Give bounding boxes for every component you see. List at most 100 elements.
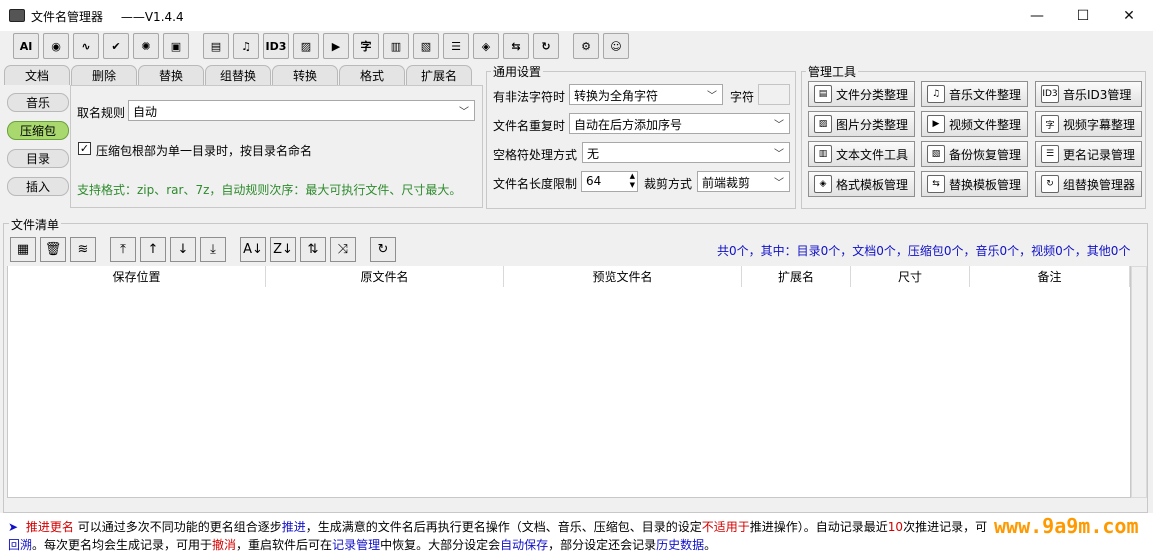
column-header-0[interactable]: 保存位置 xyxy=(8,266,266,287)
tool-button-7[interactable]: ▧ 备份恢复管理 xyxy=(921,141,1028,167)
video-file-icon: ▶ xyxy=(331,39,341,53)
side-tab-3[interactable]: 插入 xyxy=(7,177,69,196)
archive-single-dir-checkbox[interactable]: ✓ xyxy=(78,142,91,155)
tab-5[interactable]: 格式 xyxy=(339,65,405,85)
group-replace-button[interactable]: ↻ xyxy=(533,33,559,59)
check-icon: ✔ xyxy=(111,39,121,53)
tool-icon: ▨ xyxy=(814,115,832,133)
rename-rule-select[interactable]: 自动 ﹀ xyxy=(128,100,475,121)
help-segment: 。 xyxy=(704,538,717,552)
column-header-2[interactable]: 预览文件名 xyxy=(504,266,742,287)
length-limit-spinner[interactable]: 64 ▲ ▼ xyxy=(581,171,638,192)
duplicate-select[interactable]: 自动在后方添加序号 ﹀ xyxy=(569,113,790,134)
swap-button[interactable]: ⇅ xyxy=(300,237,326,262)
subtitle-icon: 字 xyxy=(360,40,372,53)
maximize-button[interactable]: ☐ xyxy=(1060,0,1106,31)
tool-button-10[interactable]: ⇆ 替换模板管理 xyxy=(921,171,1028,197)
image-file-icon: ▨ xyxy=(300,39,312,53)
title-bar: 文件名管理器 ——V1.4.4 — ☐ ✕ xyxy=(0,0,1153,31)
vertical-scrollbar[interactable] xyxy=(1131,266,1147,498)
tab-4[interactable]: 转换 xyxy=(272,65,338,85)
spinner-arrows-icon[interactable]: ▲ ▼ xyxy=(630,172,635,190)
ai-button[interactable]: AI xyxy=(13,33,39,59)
minimize-button[interactable]: — xyxy=(1014,0,1060,31)
check-button[interactable]: ✔ xyxy=(103,33,129,59)
rename-log-button[interactable]: ☰ xyxy=(443,33,469,59)
id3-button[interactable]: ID3 xyxy=(263,33,289,59)
backup-button[interactable]: ▧ xyxy=(413,33,439,59)
replace-template-button[interactable]: ⇆ xyxy=(503,33,529,59)
space-handling-select[interactable]: 无 ﹀ xyxy=(582,142,790,163)
text-file-button[interactable]: ▥ xyxy=(383,33,409,59)
eye-button[interactable]: ◉ xyxy=(43,33,69,59)
move-top-button[interactable]: ⤒ xyxy=(110,237,136,262)
move-bottom-button[interactable]: ⤓ xyxy=(200,237,226,262)
add-files-button[interactable]: ▦ xyxy=(10,237,36,262)
help-segment: 不适用于 xyxy=(701,520,750,534)
tool-button-1[interactable]: ♫ 音乐文件整理 xyxy=(921,81,1028,107)
tab-6[interactable]: 扩展名 xyxy=(406,65,472,85)
tool-button-11[interactable]: ↻ 组替换管理器 xyxy=(1035,171,1142,197)
chevron-down-icon: ﹀ xyxy=(774,178,784,189)
tab-3[interactable]: 组替换 xyxy=(205,65,271,85)
crop-mode-select[interactable]: 前端裁剪 ﹀ xyxy=(697,171,790,192)
tool-label: 文件分类整理 xyxy=(836,87,909,102)
illegal-char-select[interactable]: 转换为全角字符 ﹀ xyxy=(569,84,723,105)
column-header-5[interactable]: 备注 xyxy=(970,266,1130,287)
tab-2[interactable]: 替换 xyxy=(138,65,204,85)
move-down-button[interactable]: ↓ xyxy=(170,237,196,262)
tool-icon: ☰ xyxy=(1041,145,1059,163)
column-header-1[interactable]: 原文件名 xyxy=(266,266,504,287)
tool-button-4[interactable]: ▶ 视频文件整理 xyxy=(921,111,1028,137)
trash-button[interactable]: 🗑 xyxy=(40,237,66,262)
side-tab-2[interactable]: 目录 xyxy=(7,149,69,168)
tool-button-8[interactable]: ☰ 更名记录管理 xyxy=(1035,141,1142,167)
file-category-button[interactable]: ▤ xyxy=(203,33,229,59)
tool-button-2[interactable]: ID3 音乐ID3管理 xyxy=(1035,81,1142,107)
eye-icon: ◉ xyxy=(51,39,61,53)
side-tab-0[interactable]: 音乐 xyxy=(7,93,69,112)
sort-desc-button[interactable]: Z↓ xyxy=(270,237,296,262)
refresh-button[interactable]: ↻ xyxy=(370,237,396,262)
rename-rule-label: 取名规则 xyxy=(77,106,126,120)
file-list-table[interactable] xyxy=(7,266,1131,498)
format-template-button[interactable]: ◈ xyxy=(473,33,499,59)
wave-button[interactable]: ∿ xyxy=(73,33,99,59)
video-file-button[interactable]: ▶ xyxy=(323,33,349,59)
tab-1[interactable]: 删除 xyxy=(71,65,137,85)
column-header-3[interactable]: 扩展名 xyxy=(742,266,851,287)
column-header-4[interactable]: 尺寸 xyxy=(851,266,970,287)
chat-button[interactable]: ☺ xyxy=(603,33,629,59)
sort-asc-button[interactable]: A↓ xyxy=(240,237,266,262)
tool-label: 更名记录管理 xyxy=(1063,147,1136,162)
tool-label: 替换模板管理 xyxy=(949,177,1022,192)
side-tab-1[interactable]: 压缩包 xyxy=(7,121,69,140)
help-segment: 撤消 xyxy=(212,538,237,552)
music-file-button[interactable]: ♫ xyxy=(233,33,259,59)
tool-label: 组替换管理器 xyxy=(1063,177,1136,192)
tool-button-9[interactable]: ◈ 格式模板管理 xyxy=(808,171,915,197)
tab-0[interactable]: 文档 xyxy=(4,65,70,85)
save-button[interactable]: ▣ xyxy=(163,33,189,59)
tool-icon: 字 xyxy=(1041,115,1059,133)
subtitle-button[interactable]: 字 xyxy=(353,33,379,59)
sparkle-button[interactable]: ✺ xyxy=(133,33,159,59)
move-up-icon: ↑ xyxy=(147,242,159,257)
help-segment: 回溯 xyxy=(8,538,33,552)
tool-icon: ▤ xyxy=(814,85,832,103)
image-file-button[interactable]: ▨ xyxy=(293,33,319,59)
clear-button[interactable]: ≋ xyxy=(70,237,96,262)
tool-button-6[interactable]: ▥ 文本文件工具 xyxy=(808,141,915,167)
gear-button[interactable]: ⚙ xyxy=(573,33,599,59)
tool-button-5[interactable]: 字视频字幕整理 xyxy=(1035,111,1142,137)
move-up-button[interactable]: ↑ xyxy=(140,237,166,262)
tool-button-3[interactable]: ▨ 图片分类整理 xyxy=(808,111,915,137)
app-icon xyxy=(9,9,25,22)
tool-button-0[interactable]: ▤ 文件分类整理 xyxy=(808,81,915,107)
shuffle-button[interactable]: ⤨ xyxy=(330,237,356,262)
close-button[interactable]: ✕ xyxy=(1106,0,1152,31)
crop-mode-value: 前端裁剪 xyxy=(702,176,751,190)
char-input[interactable] xyxy=(758,84,790,105)
tool-label: 格式模板管理 xyxy=(836,177,909,192)
app-version: ——V1.4.4 xyxy=(120,10,184,24)
